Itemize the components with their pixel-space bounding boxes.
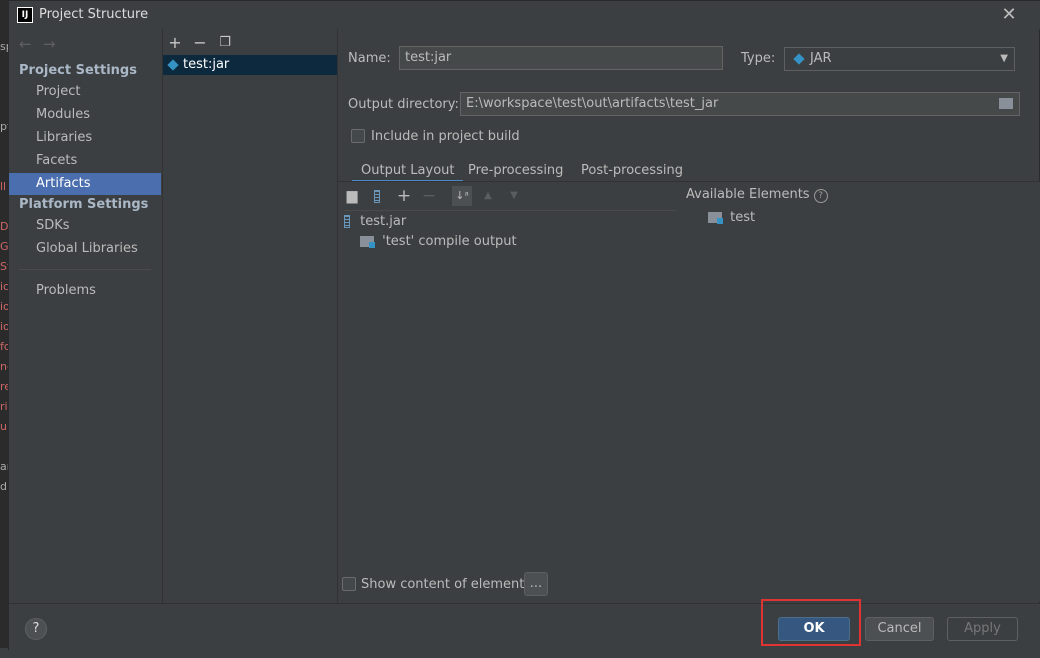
nav-item-problems[interactable]: Problems: [9, 280, 161, 302]
ide-fragment: re: [0, 380, 8, 393]
include-in-build-checkbox[interactable]: [351, 129, 365, 143]
ide-fragment: ll: [0, 180, 7, 193]
close-icon[interactable]: ✕: [997, 3, 1021, 27]
tree-row-label: 'test' compile output: [382, 234, 517, 249]
output-directory-label: Output directory:: [348, 97, 459, 112]
ide-fragment: ric: [0, 400, 8, 413]
add-icon[interactable]: +: [165, 33, 185, 53]
name-field[interactable]: test:jar: [399, 46, 723, 70]
name-label: Name:: [348, 51, 391, 66]
cancel-button[interactable]: Cancel: [865, 617, 934, 641]
include-in-build-label: Include in project build: [371, 129, 520, 144]
intellij-app-icon: IJ: [17, 7, 33, 23]
available-elements-heading: Available Elements?: [686, 187, 828, 203]
ide-background: sp pt ll Da Ga St ic io io fo ne re ric …: [0, 0, 8, 658]
nav-item-sdks[interactable]: SDKs: [9, 215, 161, 237]
artifacts-list-panel: + − ❐ test:jar: [163, 29, 338, 603]
output-layout-panel: ▆ + − ↓ᵃ ▲ ▼ test.jar 'test' compile out…: [338, 181, 1040, 602]
module-output-icon: [360, 236, 375, 248]
available-elements-label: Available Elements: [686, 187, 810, 202]
nav-item-global-libraries[interactable]: Global Libraries: [9, 238, 161, 260]
project-settings-heading: Project Settings: [19, 63, 137, 78]
nav-item-facets[interactable]: Facets: [9, 150, 161, 172]
ide-fragment: d: [0, 480, 7, 493]
ide-fragment: sp: [0, 40, 8, 53]
copy-icon[interactable]: ❐: [215, 33, 235, 53]
move-down-icon[interactable]: ▼: [504, 186, 524, 206]
new-archive-icon[interactable]: [367, 186, 387, 206]
ide-fragment: up: [0, 420, 8, 433]
back-arrow-icon[interactable]: ←: [19, 35, 32, 53]
nav-item-libraries[interactable]: Libraries: [9, 127, 161, 149]
browse-folder-icon[interactable]: [999, 98, 1013, 109]
dialog-title: Project Structure: [39, 7, 149, 22]
remove-icon[interactable]: −: [190, 33, 210, 53]
project-structure-dialog: IJ Project Structure ✕ ← → Project Setti…: [8, 0, 1040, 652]
type-select[interactable]: JAR ▼: [784, 47, 1015, 71]
toolbar-divider: [344, 210, 676, 211]
output-directory-value: E:\workspace\test\out\artifacts\test_jar: [466, 96, 719, 111]
ide-fragment: ne: [0, 360, 8, 373]
available-item-label: test: [730, 210, 756, 225]
artifact-item-label: test:jar: [183, 57, 230, 72]
nav-item-modules[interactable]: Modules: [9, 104, 161, 126]
jar-type-icon: [793, 53, 805, 65]
dialog-button-bar: ? OK Cancel Apply: [9, 599, 1040, 652]
ide-fragment: pt: [0, 120, 8, 133]
type-select-value: JAR: [810, 51, 832, 66]
type-label: Type:: [741, 51, 776, 66]
add-element-icon[interactable]: +: [394, 186, 414, 206]
show-content-label: Show content of elements: [361, 577, 532, 592]
ide-fragment: ic: [0, 280, 8, 293]
ide-fragment: Da: [0, 220, 8, 233]
ide-fragment: St: [0, 260, 8, 273]
new-directory-icon[interactable]: ▆: [342, 186, 362, 206]
title-bar: IJ Project Structure ✕: [9, 1, 1040, 29]
jar-archive-icon: [344, 215, 350, 228]
forward-arrow-icon[interactable]: →: [43, 35, 56, 53]
tab-output-layout[interactable]: Output Layout: [352, 159, 464, 183]
nav-divider: [19, 269, 151, 270]
nav-item-project[interactable]: Project: [9, 81, 161, 103]
ide-fragment: io: [0, 300, 8, 313]
artifact-icon: [167, 59, 179, 71]
tree-row[interactable]: test.jar: [344, 213, 406, 231]
nav-item-artifacts[interactable]: Artifacts: [9, 173, 161, 195]
platform-settings-heading: Platform Settings: [19, 197, 149, 212]
show-content-checkbox[interactable]: [342, 577, 356, 591]
output-directory-field[interactable]: E:\workspace\test\out\artifacts\test_jar: [460, 92, 1020, 116]
artifact-settings: Name: test:jar Type: JAR ▼ Output direct…: [338, 29, 1040, 603]
ide-fragment: io: [0, 320, 8, 333]
sort-elements-icon[interactable]: ↓ᵃ: [452, 186, 472, 206]
tree-row-label: test.jar: [360, 214, 407, 229]
tab-pre-processing[interactable]: Pre-processing: [459, 159, 572, 183]
help-icon[interactable]: ?: [813, 189, 828, 203]
help-button[interactable]: ?: [25, 618, 47, 640]
ide-fragment: ar: [0, 460, 8, 473]
apply-button[interactable]: Apply: [947, 617, 1018, 641]
module-folder-icon: [708, 212, 723, 224]
more-options-button[interactable]: ...: [524, 572, 548, 596]
chevron-down-icon: ▼: [1000, 53, 1008, 64]
remove-element-icon[interactable]: −: [419, 186, 439, 206]
available-item[interactable]: test: [708, 209, 755, 227]
move-up-icon[interactable]: ▲: [478, 186, 498, 206]
artifact-item-test-jar[interactable]: test:jar: [163, 55, 337, 75]
ide-fragment: Ga: [0, 240, 8, 253]
tree-row[interactable]: 'test' compile output: [360, 233, 517, 251]
ok-button[interactable]: OK: [778, 617, 850, 641]
settings-navigation: ← → Project Settings Project Modules Lib…: [9, 29, 163, 603]
ide-fragment: fo: [0, 340, 8, 353]
tab-post-processing[interactable]: Post-processing: [572, 159, 692, 183]
